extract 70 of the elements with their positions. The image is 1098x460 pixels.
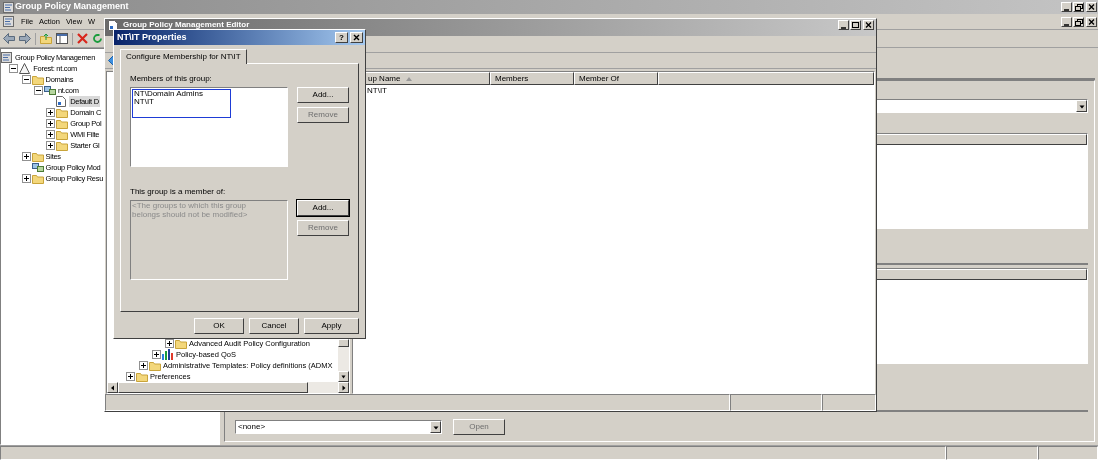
console-icon	[3, 16, 14, 27]
folder-icon	[31, 173, 44, 184]
console-icon	[3, 1, 14, 13]
folder-icon	[31, 74, 44, 85]
help-button[interactable]: ?	[335, 32, 348, 43]
push-button[interactable]: Cancel	[249, 318, 299, 334]
plus-box-icon[interactable]	[46, 108, 56, 117]
plus-box-icon[interactable]	[46, 119, 56, 128]
tab[interactable]: Configure Membership for NT\IT	[120, 49, 247, 64]
close-icon[interactable]	[350, 32, 363, 43]
scrollbar[interactable]	[107, 382, 349, 393]
arrow-right-icon[interactable]	[19, 33, 31, 44]
field-label: This group is a member of:	[130, 186, 227, 198]
panel-icon[interactable]	[56, 33, 68, 44]
gpo-combo[interactable]: <none>	[235, 420, 442, 434]
plus-box-icon[interactable]	[46, 130, 56, 139]
document-icon	[56, 96, 67, 107]
minimize-icon[interactable]	[1061, 16, 1072, 27]
plus-box-icon[interactable]	[46, 141, 56, 150]
restore-icon[interactable]	[1073, 2, 1084, 12]
folder-up-icon[interactable]	[40, 33, 52, 44]
minimize-icon[interactable]	[838, 20, 849, 30]
field-label: Members of this group:	[130, 73, 213, 85]
scroll-left-icon[interactable]	[107, 382, 118, 393]
scroll-thumb[interactable]	[118, 382, 308, 393]
minus-box-icon[interactable]	[21, 75, 31, 84]
folder-icon	[56, 140, 69, 151]
push-button[interactable]: Add...	[297, 200, 349, 216]
minus-box-icon[interactable]	[9, 64, 19, 73]
console-icon	[1, 52, 12, 63]
push-button[interactable]: Add...	[297, 87, 349, 103]
computers-icon	[43, 85, 56, 96]
plus-box-icon[interactable]	[139, 361, 148, 370]
folder-icon	[56, 118, 69, 129]
plus-box-icon[interactable]	[152, 350, 161, 359]
minimize-icon[interactable]	[1061, 2, 1072, 12]
list-box[interactable]: NT\Domain Admins NT\IT	[130, 87, 288, 167]
close-icon[interactable]	[1086, 16, 1097, 27]
scroll-down-icon[interactable]	[338, 371, 349, 382]
sort-arrow-icon	[406, 76, 413, 81]
window-title: Group Policy Management	[15, 0, 129, 14]
plus-box-icon[interactable]	[21, 174, 31, 183]
push-button[interactable]: OK	[194, 318, 244, 334]
scroll-right-icon[interactable]	[338, 382, 349, 393]
window-title: Group Policy Management Editor	[123, 20, 250, 29]
column-header[interactable]: Members	[490, 72, 574, 85]
list-item[interactable]: NT\Domain Admins	[134, 90, 230, 98]
close-icon[interactable]	[863, 20, 874, 30]
folder-icon	[149, 360, 161, 371]
maximize-icon[interactable]	[850, 20, 861, 30]
plus-box-icon[interactable]	[21, 152, 31, 161]
folder-icon	[31, 151, 44, 162]
push-button[interactable]: Apply	[304, 318, 359, 334]
folder-icon	[56, 129, 69, 140]
window-title: NT\IT Properties	[117, 30, 187, 44]
plus-box-icon[interactable]	[126, 372, 135, 381]
scroll-thumb[interactable]	[338, 339, 349, 347]
column-header[interactable]: Member Of	[574, 72, 658, 85]
computers-icon	[31, 162, 44, 173]
restore-icon[interactable]	[1073, 16, 1084, 27]
delete-icon[interactable]	[77, 33, 88, 44]
arrow-left-icon[interactable]	[3, 33, 15, 44]
plus-box-icon[interactable]	[165, 339, 174, 348]
list-item[interactable]: NT\IT	[134, 98, 230, 106]
minus-box-icon[interactable]	[33, 86, 43, 95]
table-cell-text: NT\IT	[366, 84, 388, 97]
close-icon[interactable]	[1086, 2, 1097, 12]
triangle-icon	[19, 63, 31, 74]
folder-icon	[56, 107, 69, 118]
bar-chart-icon	[162, 349, 174, 360]
